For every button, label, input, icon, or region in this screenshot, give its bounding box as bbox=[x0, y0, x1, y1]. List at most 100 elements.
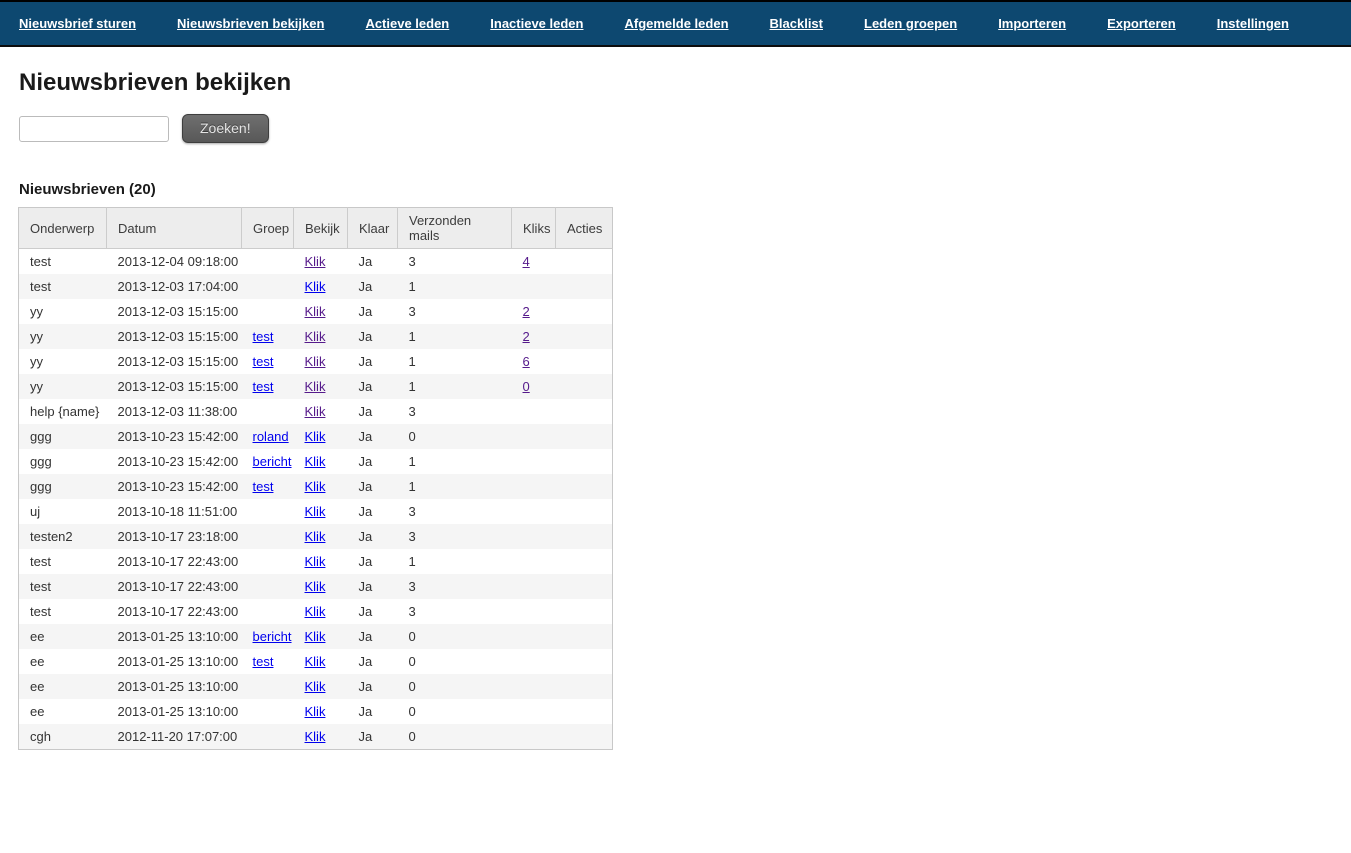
table-row: ggg2013-10-23 15:42:00rolandKlikJa0 bbox=[19, 424, 613, 449]
search-button[interactable]: Zoeken! bbox=[182, 114, 269, 143]
cell-onderwerp: yy bbox=[19, 299, 107, 324]
cell-kliks bbox=[512, 624, 556, 649]
cell-acties bbox=[556, 674, 613, 699]
view-link[interactable]: Klik bbox=[305, 729, 326, 744]
cell-acties bbox=[556, 349, 613, 374]
table-row: help {name}2013-12-03 11:38:00KlikJa3 bbox=[19, 399, 613, 424]
table-row: test2013-10-17 22:43:00KlikJa3 bbox=[19, 574, 613, 599]
cell-verzonden: 1 bbox=[398, 474, 512, 499]
kliks-link[interactable]: 2 bbox=[523, 329, 530, 344]
nav-item-exporteren[interactable]: Exporteren bbox=[1107, 16, 1176, 31]
cell-klaar: Ja bbox=[348, 399, 398, 424]
cell-klaar: Ja bbox=[348, 599, 398, 624]
nav-item-importeren[interactable]: Importeren bbox=[998, 16, 1066, 31]
cell-groep bbox=[242, 574, 294, 599]
cell-klaar: Ja bbox=[348, 699, 398, 724]
cell-verzonden: 0 bbox=[398, 424, 512, 449]
cell-kliks bbox=[512, 674, 556, 699]
cell-klaar: Ja bbox=[348, 374, 398, 399]
cell-datum: 2012-11-20 17:07:00 bbox=[107, 724, 242, 750]
cell-bekijk: Klik bbox=[294, 349, 348, 374]
cell-kliks: 4 bbox=[512, 249, 556, 275]
view-link[interactable]: Klik bbox=[305, 354, 326, 369]
nav-item-nieuwsbrief-sturen[interactable]: Nieuwsbrief sturen bbox=[19, 16, 136, 31]
cell-acties bbox=[556, 249, 613, 275]
cell-acties bbox=[556, 699, 613, 724]
cell-bekijk: Klik bbox=[294, 649, 348, 674]
view-link[interactable]: Klik bbox=[305, 679, 326, 694]
cell-datum: 2013-12-03 17:04:00 bbox=[107, 274, 242, 299]
cell-bekijk: Klik bbox=[294, 299, 348, 324]
group-link[interactable]: test bbox=[253, 654, 274, 669]
nav-item-inactieve-leden[interactable]: Inactieve leden bbox=[490, 16, 583, 31]
cell-bekijk: Klik bbox=[294, 599, 348, 624]
cell-verzonden: 3 bbox=[398, 599, 512, 624]
view-link[interactable]: Klik bbox=[305, 554, 326, 569]
cell-onderwerp: ggg bbox=[19, 424, 107, 449]
view-link[interactable]: Klik bbox=[305, 704, 326, 719]
view-link[interactable]: Klik bbox=[305, 329, 326, 344]
kliks-link[interactable]: 2 bbox=[523, 304, 530, 319]
group-link[interactable]: test bbox=[253, 379, 274, 394]
view-link[interactable]: Klik bbox=[305, 629, 326, 644]
cell-kliks: 6 bbox=[512, 349, 556, 374]
view-link[interactable]: Klik bbox=[305, 379, 326, 394]
table-row: cgh2012-11-20 17:07:00KlikJa0 bbox=[19, 724, 613, 750]
kliks-link[interactable]: 0 bbox=[523, 379, 530, 394]
nav-item-actieve-leden[interactable]: Actieve leden bbox=[365, 16, 449, 31]
table-row: yy2013-12-03 15:15:00KlikJa32 bbox=[19, 299, 613, 324]
cell-acties bbox=[556, 424, 613, 449]
cell-datum: 2013-10-17 22:43:00 bbox=[107, 599, 242, 624]
cell-kliks bbox=[512, 424, 556, 449]
cell-klaar: Ja bbox=[348, 574, 398, 599]
group-link[interactable]: test bbox=[253, 354, 274, 369]
cell-kliks bbox=[512, 474, 556, 499]
cell-acties bbox=[556, 624, 613, 649]
nav-item-leden-groepen[interactable]: Leden groepen bbox=[864, 16, 957, 31]
cell-datum: 2013-10-23 15:42:00 bbox=[107, 424, 242, 449]
cell-verzonden: 1 bbox=[398, 324, 512, 349]
view-link[interactable]: Klik bbox=[305, 254, 326, 269]
view-link[interactable]: Klik bbox=[305, 479, 326, 494]
cell-bekijk: Klik bbox=[294, 624, 348, 649]
cell-onderwerp: uj bbox=[19, 499, 107, 524]
cell-acties bbox=[556, 649, 613, 674]
kliks-link[interactable]: 4 bbox=[523, 254, 530, 269]
nav-item-nieuwsbrieven-bekijken[interactable]: Nieuwsbrieven bekijken bbox=[177, 16, 324, 31]
nav-item-instellingen[interactable]: Instellingen bbox=[1217, 16, 1289, 31]
group-link[interactable]: roland bbox=[253, 429, 289, 444]
kliks-link[interactable]: 6 bbox=[523, 354, 530, 369]
group-link[interactable]: bericht bbox=[253, 629, 292, 644]
group-link[interactable]: test bbox=[253, 329, 274, 344]
cell-onderwerp: help {name} bbox=[19, 399, 107, 424]
cell-verzonden: 3 bbox=[398, 524, 512, 549]
search-input[interactable] bbox=[19, 116, 169, 142]
view-link[interactable]: Klik bbox=[305, 454, 326, 469]
view-link[interactable]: Klik bbox=[305, 579, 326, 594]
cell-klaar: Ja bbox=[348, 474, 398, 499]
cell-onderwerp: testen2 bbox=[19, 524, 107, 549]
cell-verzonden: 1 bbox=[398, 374, 512, 399]
cell-bekijk: Klik bbox=[294, 699, 348, 724]
cell-onderwerp: ee bbox=[19, 674, 107, 699]
group-link[interactable]: test bbox=[253, 479, 274, 494]
view-link[interactable]: Klik bbox=[305, 404, 326, 419]
view-link[interactable]: Klik bbox=[305, 279, 326, 294]
column-header: Kliks bbox=[512, 208, 556, 249]
view-link[interactable]: Klik bbox=[305, 429, 326, 444]
view-link[interactable]: Klik bbox=[305, 529, 326, 544]
nav-item-blacklist[interactable]: Blacklist bbox=[770, 16, 823, 31]
column-header: Bekijk bbox=[294, 208, 348, 249]
view-link[interactable]: Klik bbox=[305, 504, 326, 519]
view-link[interactable]: Klik bbox=[305, 604, 326, 619]
cell-klaar: Ja bbox=[348, 674, 398, 699]
table-row: test2013-10-17 22:43:00KlikJa1 bbox=[19, 549, 613, 574]
cell-datum: 2013-01-25 13:10:00 bbox=[107, 624, 242, 649]
cell-groep: test bbox=[242, 374, 294, 399]
view-link[interactable]: Klik bbox=[305, 304, 326, 319]
cell-acties bbox=[556, 724, 613, 750]
nav-item-afgemelde-leden[interactable]: Afgemelde leden bbox=[624, 16, 728, 31]
view-link[interactable]: Klik bbox=[305, 654, 326, 669]
group-link[interactable]: bericht bbox=[253, 454, 292, 469]
cell-acties bbox=[556, 499, 613, 524]
